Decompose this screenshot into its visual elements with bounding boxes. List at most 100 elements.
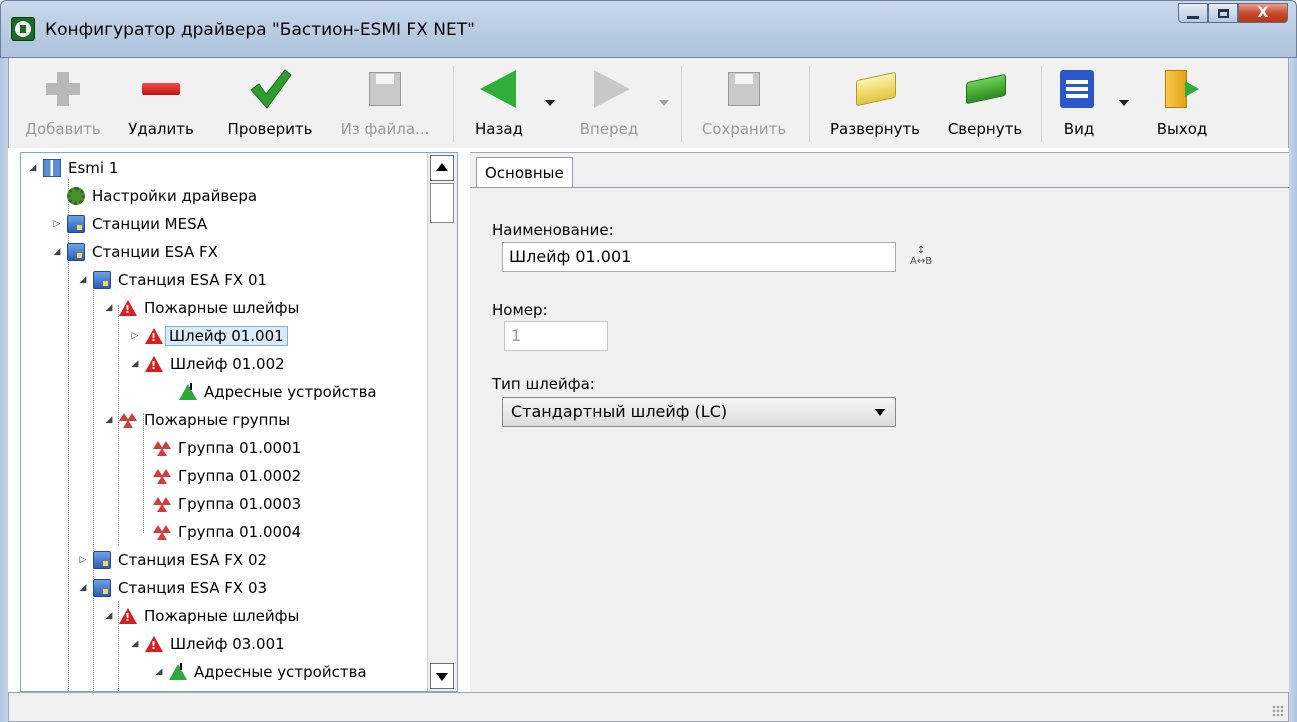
view-dropdown-icon[interactable] — [1119, 100, 1129, 106]
tree-item-group-01-0001[interactable]: Группа 01.0001 — [153, 435, 302, 461]
warning-icon — [119, 607, 137, 625]
floppy-import-icon — [362, 66, 408, 112]
fire-group-icon — [153, 523, 171, 541]
exit-label: Выход — [1156, 120, 1208, 138]
tree-scrollbar[interactable] — [427, 153, 457, 691]
tree-item-stations-esa-fx[interactable]: ◢ Станции ESA FX — [51, 239, 219, 265]
tree-item-fire-loops-03[interactable]: ◢ Пожарные шлейфы — [103, 603, 300, 629]
device-tree[interactable]: ◢ Esmi 1 Настройки драйвера ▷ Станции ME… — [20, 152, 458, 692]
tree-item-station-esa-fx-02[interactable]: ▷ Станция ESA FX 02 — [77, 547, 268, 573]
fire-group-icon — [153, 495, 171, 513]
scroll-down-button[interactable] — [430, 663, 454, 689]
save-button[interactable]: Сохранить — [689, 66, 799, 138]
collapse-arrow-icon[interactable]: ◢ — [103, 611, 115, 621]
check-label: Проверить — [227, 120, 313, 138]
tree-item-label: Станция ESA FX 02 — [118, 551, 268, 569]
tree-item-group-01-0002[interactable]: Группа 01.0002 — [153, 463, 302, 489]
tree-item-fire-groups[interactable]: ◢ Пожарные группы — [103, 407, 291, 433]
from-file-button[interactable]: Из файла... — [329, 66, 441, 138]
close-button[interactable]: X — [1238, 3, 1288, 23]
collapse-arrow-icon[interactable]: ◢ — [103, 415, 115, 425]
tree-item-stations-mesa[interactable]: ▷ Станции MESA — [51, 211, 208, 237]
scroll-up-button[interactable] — [430, 155, 454, 181]
collapse-arrow-icon[interactable]: ◢ — [129, 359, 141, 369]
tree-item-label: Станция ESA FX 01 — [118, 271, 268, 289]
save-label: Сохранить — [701, 120, 787, 138]
tree-item-station-esa-fx-03[interactable]: ◢ Станция ESA FX 03 — [77, 575, 268, 601]
forward-button[interactable]: Вперед — [569, 66, 649, 138]
expand-arrow-icon[interactable]: ▷ — [129, 331, 141, 341]
tree-item-station-esa-fx-01[interactable]: ◢ Станция ESA FX 01 — [77, 267, 268, 293]
tree-guide-line — [93, 279, 94, 691]
tree-item-address-devices[interactable]: Адресные устройства — [179, 379, 378, 405]
station-icon — [93, 579, 111, 597]
tree-item-loop-01-001[interactable]: ▷ Шлейф 01.001 — [129, 323, 288, 349]
window-frame-left — [0, 58, 8, 722]
tree-item-label: Адресные устройства — [194, 663, 367, 681]
arrow-left-icon — [476, 66, 522, 112]
check-button[interactable]: Проверить — [215, 66, 325, 138]
collapse-arrow-icon[interactable]: ◢ — [129, 639, 141, 649]
back-button[interactable]: Назад — [469, 66, 529, 138]
delete-button[interactable]: Удалить — [113, 66, 209, 138]
tree-item-label: Группа 01.0003 — [178, 495, 302, 513]
collapse-button[interactable]: Свернуть — [935, 66, 1035, 138]
name-field[interactable]: Шлейф 01.001 — [502, 242, 896, 272]
fire-group-icon — [153, 467, 171, 485]
status-bar — [8, 692, 1289, 722]
back-label: Назад — [474, 120, 523, 138]
tree-item-fire-loops[interactable]: ◢ Пожарные шлейфы — [103, 295, 300, 321]
station-icon — [93, 551, 111, 569]
expand-label: Развернуть — [829, 120, 921, 138]
tree-item-driver-settings[interactable]: Настройки драйвера — [67, 183, 258, 209]
tree-item-esmi-1[interactable]: ◢ Esmi 1 — [27, 155, 119, 181]
view-button[interactable]: Вид — [1051, 66, 1107, 138]
tree-item-loop-03-001[interactable]: ◢ Шлейф 03.001 — [129, 631, 286, 657]
tree-item-group-01-0003[interactable]: Группа 01.0003 — [153, 491, 302, 517]
tree-item-label: Пожарные группы — [144, 411, 291, 429]
toolbar-separator — [809, 66, 810, 142]
tree-item-label: Esmi 1 — [68, 159, 119, 177]
tree-item-loop-01-002[interactable]: ◢ Шлейф 01.002 — [129, 351, 286, 377]
collapse-arrow-icon[interactable]: ◢ — [27, 163, 39, 173]
warning-icon — [119, 299, 137, 317]
tab-main[interactable]: Основные — [476, 157, 573, 187]
toolbar-separator — [681, 66, 682, 142]
tree-item-address-devices-03[interactable]: ◢ Адресные устройства — [153, 659, 368, 685]
collapse-arrow-icon[interactable]: ◢ — [103, 303, 115, 313]
forward-label: Вперед — [579, 120, 639, 138]
minus-icon — [138, 66, 184, 112]
add-label: Добавить — [25, 120, 101, 138]
tree-item-label: Настройки драйвера — [92, 187, 258, 205]
scroll-thumb[interactable] — [430, 183, 454, 223]
expand-button[interactable]: Развернуть — [819, 66, 931, 138]
collapse-arrow-icon[interactable]: ◢ — [77, 275, 89, 285]
resize-grip-icon[interactable] — [1272, 705, 1284, 717]
collapse-arrow-icon[interactable]: ◢ — [51, 247, 63, 257]
tree-item-group-01-0004[interactable]: Группа 01.0004 — [153, 519, 302, 545]
loop-type-select[interactable]: Стандартный шлейф (LC) — [502, 397, 896, 427]
loop-type-value: Стандартный шлейф (LC) — [511, 402, 728, 421]
station-icon — [93, 271, 111, 289]
forward-dropdown-icon[interactable] — [659, 100, 669, 106]
collapse-arrow-icon[interactable]: ◢ — [77, 583, 89, 593]
transliterate-icon[interactable]: ↕ A↔B — [910, 245, 932, 267]
minimize-button[interactable] — [1178, 3, 1208, 23]
add-button[interactable]: Добавить — [15, 66, 111, 138]
window-title: Конфигуратор драйвера "Бастион-ESMI FX N… — [45, 20, 475, 40]
back-dropdown-icon[interactable] — [545, 100, 555, 106]
exit-button[interactable]: Выход — [1147, 66, 1217, 138]
tree-item-label: Пожарные шлейфы — [144, 607, 300, 625]
close-icon: X — [1257, 5, 1269, 21]
chevron-down-icon — [875, 409, 885, 416]
expand-arrow-icon[interactable]: ▷ — [77, 555, 89, 565]
expand-arrow-icon[interactable]: ▷ — [51, 219, 63, 229]
tree-item-label: Адресные устройства — [204, 383, 377, 401]
maximize-button[interactable] — [1208, 3, 1238, 23]
tree-item-label: Группа 01.0002 — [178, 467, 302, 485]
tree-item-label: Шлейф 01.002 — [170, 355, 285, 373]
toolbar-separator — [1041, 66, 1042, 142]
gear-icon — [67, 187, 85, 205]
collapse-arrow-icon[interactable]: ◢ — [153, 667, 165, 677]
number-field[interactable]: 1 — [504, 321, 608, 351]
